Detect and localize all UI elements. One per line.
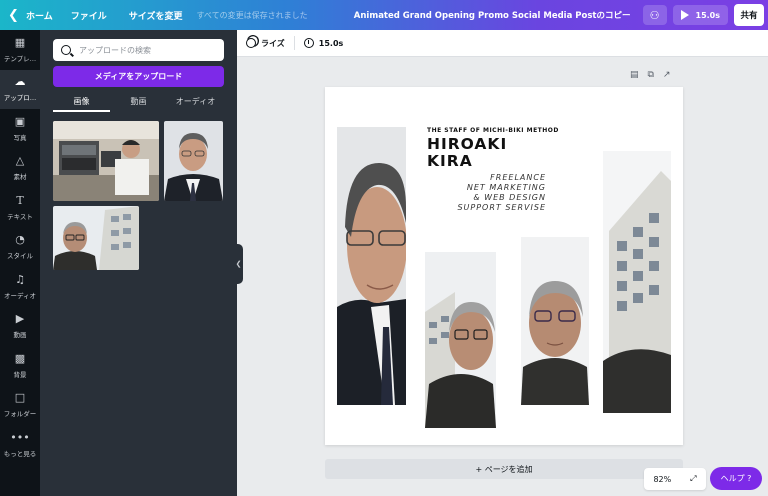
- rail-label: フォルダー: [3, 410, 37, 419]
- add-page-button[interactable]: + ページを追加: [325, 459, 683, 479]
- staff-caption[interactable]: THE STAFF OF MICHI-BIKI METHOD: [427, 127, 559, 134]
- portrait-image: [337, 127, 406, 405]
- office-photo: [53, 121, 159, 201]
- collaborators-button[interactable]: ⚇: [642, 5, 667, 25]
- rail-label: スタイル: [7, 252, 33, 261]
- animate-button[interactable]: ライズ: [246, 38, 285, 49]
- template-icon: ▦: [14, 35, 26, 49]
- tab-images[interactable]: 画像: [53, 92, 110, 112]
- play-icon: [680, 10, 689, 20]
- canvas-photo-portrait[interactable]: [337, 127, 406, 405]
- rail-item-photos[interactable]: ▣ 写真: [0, 109, 40, 149]
- home-link[interactable]: ホーム: [26, 9, 53, 22]
- service-line: SUPPORT SERVISE: [457, 203, 546, 212]
- rail-item-uploads[interactable]: ☁ アップロ…: [0, 69, 40, 109]
- animation-icon: [246, 38, 256, 48]
- rail-label: 動画: [13, 331, 27, 340]
- rail-label: 背景: [13, 370, 27, 379]
- rail-item-text[interactable]: T テキスト: [0, 188, 40, 228]
- service-line: & WEB DESIGN: [473, 193, 546, 202]
- tab-video[interactable]: 動画: [110, 92, 167, 112]
- duration-label: 15.0s: [318, 38, 344, 48]
- tab-audio[interactable]: オーディオ: [167, 92, 224, 112]
- chevron-left-icon: ❮: [235, 260, 242, 268]
- rail-item-templates[interactable]: ▦ テンプレ…: [0, 30, 40, 70]
- document-title[interactable]: Animated Grand Opening Promo Social Medi…: [354, 9, 631, 21]
- video-icon: ▶: [15, 312, 25, 326]
- rail-label: テキスト: [7, 212, 33, 221]
- collapse-panel-button[interactable]: ❮: [234, 244, 243, 284]
- rail-item-elements[interactable]: △ 素材: [0, 149, 40, 189]
- background-icon: ▩: [14, 351, 26, 365]
- selfie-image: [521, 237, 589, 405]
- uploads-panel: メディアをアップロード 画像 動画 オーディオ: [40, 30, 237, 496]
- note-icon[interactable]: ▤: [630, 70, 639, 80]
- design-canvas[interactable]: THE STAFF OF MICHI-BIKI METHOD HIROAKI K…: [325, 87, 683, 445]
- animate-label: ライズ: [261, 38, 285, 48]
- upload-thumbnail[interactable]: [164, 121, 223, 201]
- selfie-image: [425, 252, 496, 428]
- zoom-control[interactable]: 82% ⤢: [644, 468, 706, 490]
- rail-label: もっと見る: [3, 449, 37, 458]
- duplicate-page-icon[interactable]: ⧉: [648, 70, 654, 80]
- service-line: NET MARKETING: [466, 183, 546, 192]
- photo-icon: ▣: [14, 114, 26, 128]
- selfie-photo: [53, 206, 139, 270]
- file-menu[interactable]: ファイル: [71, 9, 107, 22]
- canvas-photo-selfie-2[interactable]: [521, 237, 589, 405]
- media-tabs: 画像 動画 オーディオ: [53, 92, 224, 112]
- rail-item-folders[interactable]: □ フォルダー: [0, 386, 40, 426]
- name-line-first: HIROAKI: [427, 135, 508, 153]
- resize-menu[interactable]: サイズを変更: [129, 9, 183, 22]
- portrait-photo: [164, 121, 223, 201]
- page-actions: ▤ ⧉ ↗: [630, 70, 671, 80]
- upload-media-button[interactable]: メディアをアップロード: [53, 66, 224, 87]
- top-bar: ❮ ホーム ファイル サイズを変更 すべての変更は保存されました Animate…: [0, 0, 768, 30]
- duration-button[interactable]: 15.0s: [303, 38, 344, 48]
- elements-icon: △: [15, 154, 25, 168]
- upload-thumbnail[interactable]: [53, 206, 139, 270]
- name-heading[interactable]: HIROAKI KIRA: [427, 136, 507, 170]
- rail-label: アップロ…: [3, 94, 37, 103]
- play-button[interactable]: 15.0s: [672, 5, 728, 25]
- add-page-icon[interactable]: ↗: [663, 70, 671, 80]
- help-button[interactable]: ヘルプ ?: [710, 467, 762, 490]
- timer-icon: [303, 38, 314, 48]
- canvas-photo-selfie-1[interactable]: [425, 252, 496, 428]
- search-icon: [61, 45, 71, 55]
- rail-item-styles[interactable]: ◔ スタイル: [0, 228, 40, 268]
- service-line: FREELANCE: [490, 173, 546, 182]
- save-status: すべての変更は保存されました: [196, 10, 308, 20]
- play-duration: 15.0s: [695, 10, 721, 20]
- editor-toolbar: ライズ 15.0s: [237, 30, 768, 57]
- rail-item-video[interactable]: ▶ 動画: [0, 307, 40, 347]
- left-rail: ▦ テンプレ… ☁ アップロ… ▣ 写真 △ 素材 T テキスト ◔ スタイル …: [0, 30, 40, 496]
- share-button[interactable]: 共有: [734, 4, 764, 26]
- upload-cloud-icon: ☁: [14, 75, 26, 89]
- name-line-last: KIRA: [427, 152, 473, 170]
- building-image: [603, 151, 671, 413]
- text-icon: T: [16, 193, 24, 207]
- music-icon: ♫: [15, 272, 25, 286]
- fullscreen-icon[interactable]: ⤢: [690, 474, 696, 484]
- zoom-level[interactable]: 82%: [653, 475, 671, 484]
- rail-item-more[interactable]: ••• もっと見る: [0, 425, 40, 465]
- search-input[interactable]: [79, 45, 219, 55]
- search-box[interactable]: [53, 39, 224, 61]
- rail-label: 写真: [13, 133, 27, 142]
- rail-item-audio[interactable]: ♫ オーディオ: [0, 267, 40, 307]
- canvas-photo-building[interactable]: [603, 151, 671, 413]
- palette-icon: ◔: [15, 233, 25, 247]
- rail-label: テンプレ…: [3, 54, 37, 63]
- rail-item-background[interactable]: ▩ 背景: [0, 346, 40, 386]
- chevron-left-icon[interactable]: ❮: [8, 8, 22, 23]
- services-text[interactable]: FREELANCE NET MARKETING & WEB DESIGN SUP…: [457, 173, 546, 213]
- upload-thumbnail[interactable]: [53, 121, 159, 201]
- more-icon: •••: [10, 430, 30, 444]
- folder-icon: □: [14, 391, 26, 405]
- rail-label: 素材: [13, 173, 27, 182]
- rail-label: オーディオ: [3, 291, 37, 300]
- toolbar-divider: [293, 36, 295, 50]
- people-icon: ⚇: [649, 8, 660, 22]
